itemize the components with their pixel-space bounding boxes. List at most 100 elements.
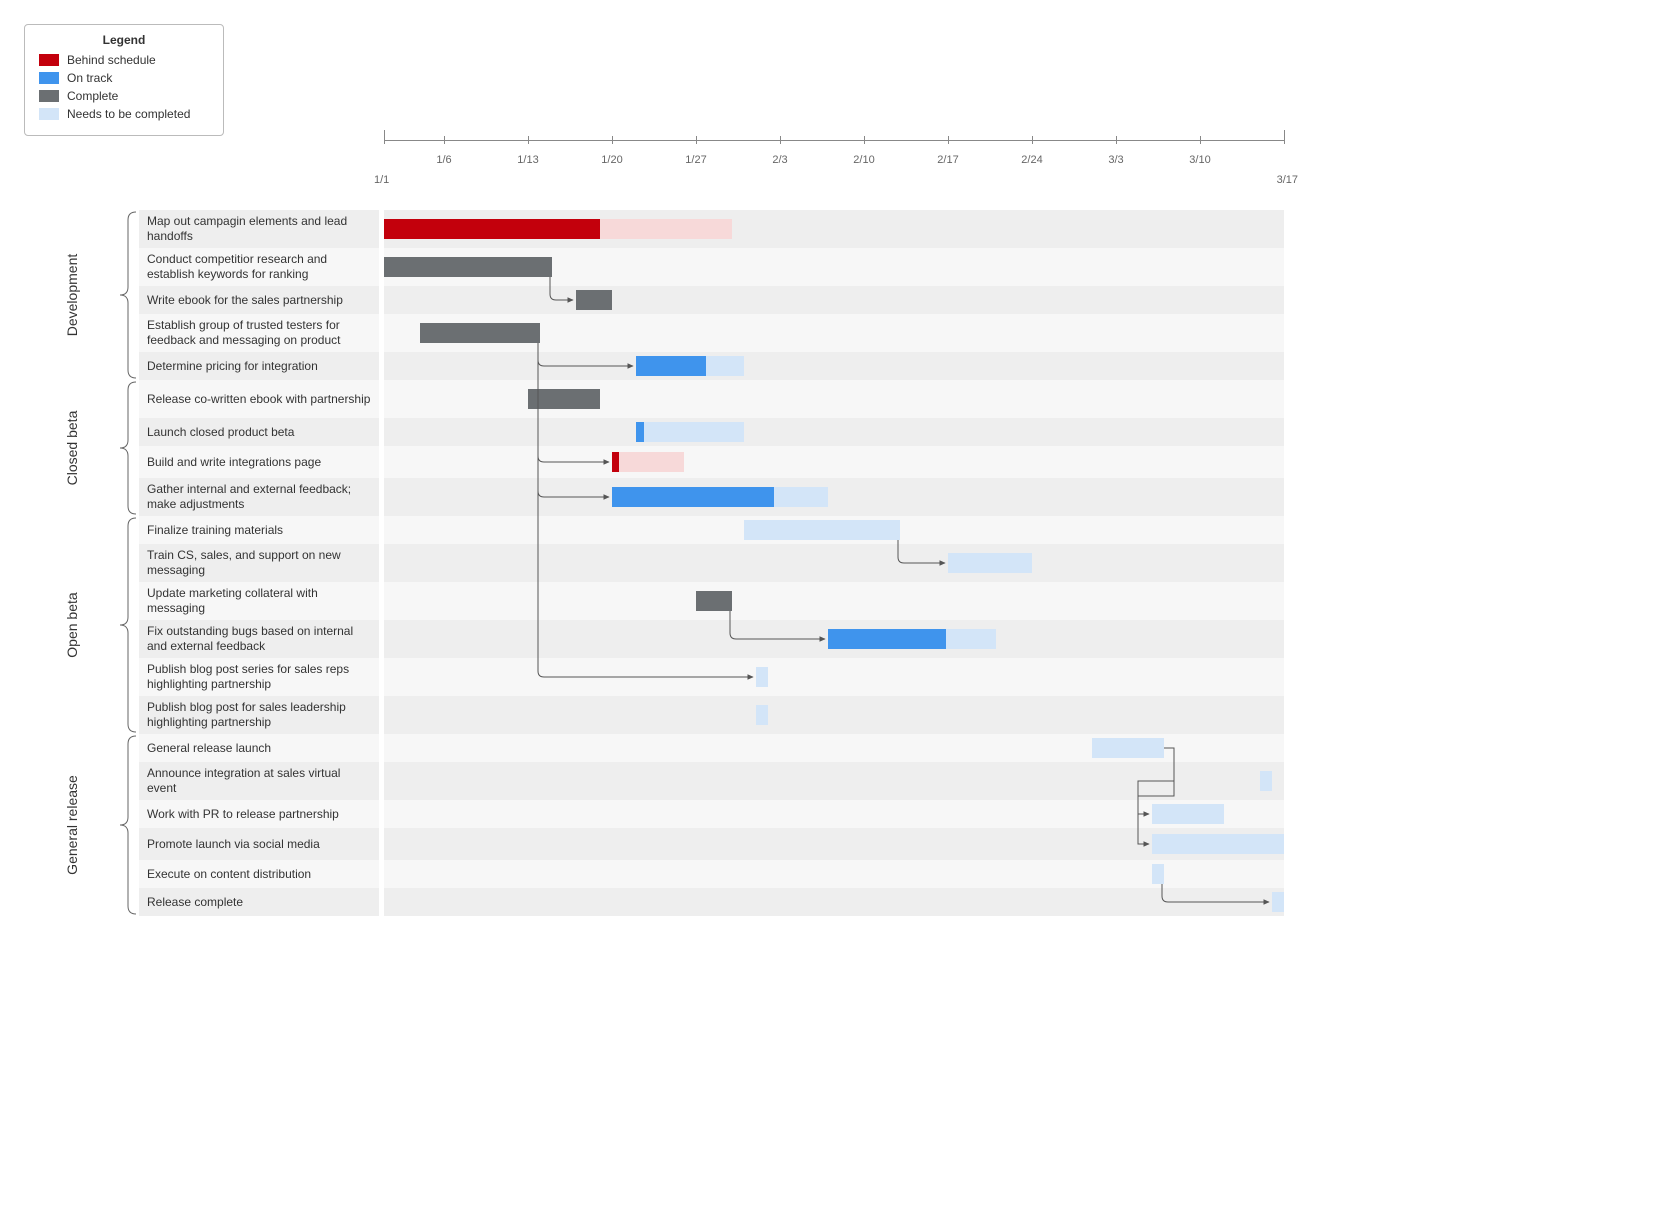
axis-tick <box>444 136 445 144</box>
task-bar-row <box>384 860 1284 888</box>
task-label: Finalize training materials <box>147 523 283 538</box>
task-label: Map out campagin elements and lead hando… <box>147 214 371 244</box>
task-label-row: Release complete <box>139 888 379 916</box>
task-bar-row <box>384 478 1284 516</box>
brace-icon <box>118 210 136 380</box>
task-label: Update marketing collateral with messagi… <box>147 586 371 616</box>
axis-tick <box>612 136 613 144</box>
task-bar-extent[interactable] <box>948 553 1032 573</box>
task-label-row: Execute on content distribution <box>139 860 379 888</box>
task-bar-progress[interactable] <box>384 257 552 277</box>
axis-tick <box>948 136 949 144</box>
task-bar-row <box>384 286 1284 314</box>
legend: Legend Behind scheduleOn trackCompleteNe… <box>24 24 224 136</box>
legend-label: Complete <box>67 89 118 103</box>
task-label-row: Fix outstanding bugs based on internal a… <box>139 620 379 658</box>
task-label-row: Work with PR to release partnership <box>139 800 379 828</box>
legend-title: Legend <box>39 33 209 47</box>
task-label-row: Finalize training materials <box>139 516 379 544</box>
task-label-row: Train CS, sales, and support on new mess… <box>139 544 379 582</box>
axis-line <box>384 140 1284 141</box>
task-label-row: Announce integration at sales virtual ev… <box>139 762 379 800</box>
axis-tick-label: 3/3 <box>1108 154 1123 166</box>
task-bar-extent[interactable] <box>1152 804 1224 824</box>
task-bar-row <box>384 620 1284 658</box>
task-bar-progress[interactable] <box>612 487 774 507</box>
task-bar-progress[interactable] <box>612 452 619 472</box>
task-bar-row <box>384 380 1284 418</box>
legend-swatch <box>39 72 59 84</box>
group-name: General release <box>64 734 80 916</box>
task-bar-extent[interactable] <box>744 520 900 540</box>
task-bar-row <box>384 446 1284 478</box>
task-bar-extent[interactable] <box>1260 771 1272 791</box>
legend-swatch <box>39 108 59 120</box>
axis-tick-label: 1/20 <box>601 154 622 166</box>
legend-label: On track <box>67 71 112 85</box>
task-label: Announce integration at sales virtual ev… <box>147 766 371 796</box>
task-label-row: General release launch <box>139 734 379 762</box>
task-bar-row <box>384 696 1284 734</box>
task-bar-progress[interactable] <box>636 356 706 376</box>
axis-tick-label: 2/17 <box>937 154 958 166</box>
task-bar-extent[interactable] <box>612 452 684 472</box>
group: General release <box>24 734 136 916</box>
task-label: Publish blog post for sales leadership h… <box>147 700 371 730</box>
task-bar-progress[interactable] <box>636 422 644 442</box>
task-bar-extent[interactable] <box>636 422 744 442</box>
task-label: Train CS, sales, and support on new mess… <box>147 548 371 578</box>
task-label-row: Conduct competitior research and establi… <box>139 248 379 286</box>
task-label: Conduct competitior research and establi… <box>147 252 371 282</box>
axis-end-label: 3/17 <box>1277 174 1298 186</box>
axis-tick-label: 3/10 <box>1189 154 1210 166</box>
task-label-row: Determine pricing for integration <box>139 352 379 380</box>
axis-tick-label: 2/3 <box>772 154 787 166</box>
task-bar-extent[interactable] <box>1152 864 1164 884</box>
task-bar-row <box>384 314 1284 352</box>
task-bar-extent[interactable] <box>756 705 768 725</box>
task-label-row: Build and write integrations page <box>139 446 379 478</box>
task-bar-progress[interactable] <box>384 219 600 239</box>
group: Open beta <box>24 516 136 734</box>
axis-tick-label: 1/13 <box>517 154 538 166</box>
task-label-row: Release co-written ebook with partnershi… <box>139 380 379 418</box>
task-label-row: Map out campagin elements and lead hando… <box>139 210 379 248</box>
axis-tick <box>1200 136 1201 144</box>
task-label: Work with PR to release partnership <box>147 807 339 822</box>
group: Development <box>24 210 136 380</box>
task-bar-extent[interactable] <box>1092 738 1164 758</box>
task-bar-row <box>384 418 1284 446</box>
task-bar-progress[interactable] <box>576 290 612 310</box>
group-name: Closed beta <box>64 380 80 516</box>
task-bar-progress[interactable] <box>420 323 540 343</box>
task-bar-row <box>384 828 1284 860</box>
axis-tick-label: 1/27 <box>685 154 706 166</box>
axis-start-label: 1/1 <box>374 174 389 186</box>
axis-tick <box>696 136 697 144</box>
task-bar-extent[interactable] <box>756 667 768 687</box>
task-label-row: Update marketing collateral with messagi… <box>139 582 379 620</box>
group: Closed beta <box>24 380 136 516</box>
task-label: Write ebook for the sales partnership <box>147 293 343 308</box>
task-bar-extent[interactable] <box>1272 892 1284 912</box>
legend-label: Needs to be completed <box>67 107 190 121</box>
task-label-row: Publish blog post for sales leadership h… <box>139 696 379 734</box>
task-bar-extent[interactable] <box>1152 834 1284 854</box>
legend-swatch <box>39 54 59 66</box>
axis-tick-label: 2/24 <box>1021 154 1042 166</box>
axis-tick <box>780 136 781 144</box>
task-bar-progress[interactable] <box>828 629 946 649</box>
task-label: Promote launch via social media <box>147 837 320 852</box>
task-label-row: Launch closed product beta <box>139 418 379 446</box>
task-label: General release launch <box>147 741 271 756</box>
task-label-row: Gather internal and external feedback; m… <box>139 478 379 516</box>
brace-icon <box>118 380 136 516</box>
task-bar-row <box>384 734 1284 762</box>
axis-tick <box>384 130 385 144</box>
task-label: Execute on content distribution <box>147 867 311 882</box>
task-bar-progress[interactable] <box>696 591 732 611</box>
legend-item: On track <box>39 71 209 85</box>
group-name: Development <box>64 210 80 380</box>
task-bar-row <box>384 544 1284 582</box>
task-bar-progress[interactable] <box>528 389 600 409</box>
